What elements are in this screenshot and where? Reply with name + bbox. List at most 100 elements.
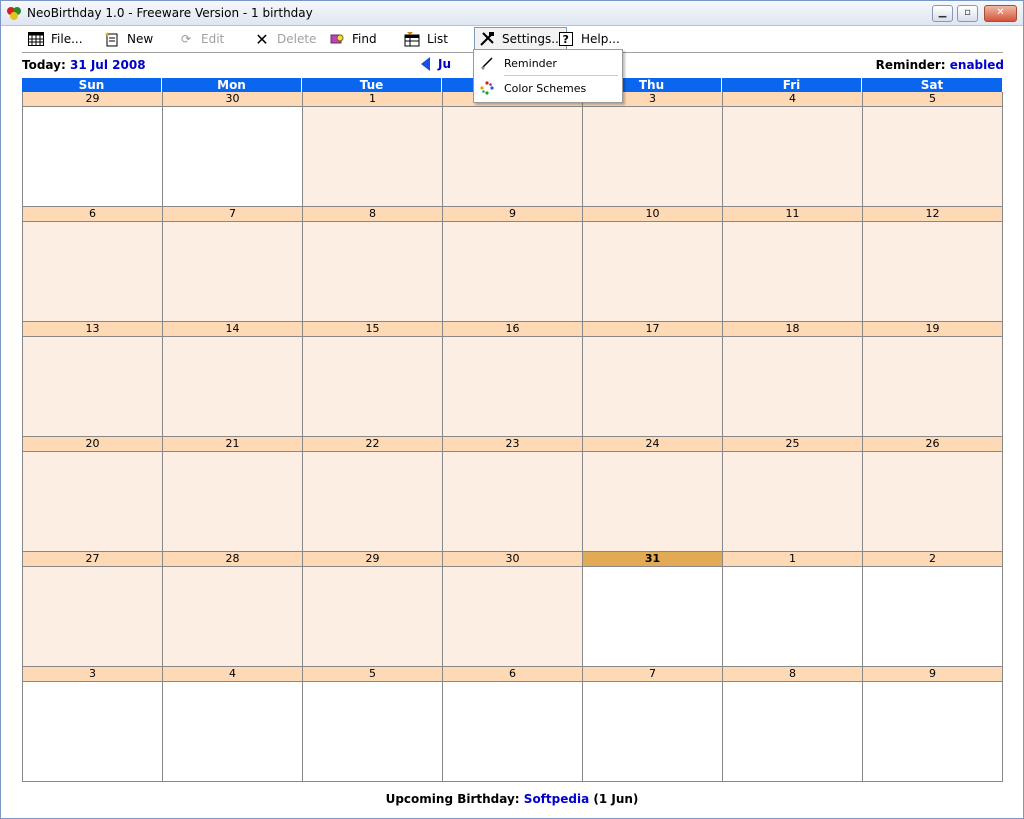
delete-button[interactable]: ✕ Delete xyxy=(253,29,316,49)
calendar-day[interactable]: 30 xyxy=(442,552,582,667)
day-cell-body[interactable] xyxy=(583,337,722,436)
calendar-day[interactable]: 17 xyxy=(582,322,722,437)
calendar-day[interactable]: 4 xyxy=(722,92,862,207)
day-cell-body[interactable] xyxy=(443,107,582,206)
day-cell-body[interactable] xyxy=(23,567,162,666)
previous-month-arrow-icon[interactable] xyxy=(421,57,430,71)
day-cell-body[interactable] xyxy=(583,452,722,551)
maximize-button[interactable]: ▫ xyxy=(957,5,978,22)
day-cell-body[interactable] xyxy=(23,222,162,321)
title-bar[interactable]: NeoBirthday 1.0 - Freeware Version - 1 b… xyxy=(1,1,1023,26)
calendar-day[interactable]: 12 xyxy=(862,207,1002,322)
day-cell-body[interactable] xyxy=(863,567,1002,666)
calendar-day[interactable]: 29 xyxy=(22,92,162,207)
day-cell-body[interactable] xyxy=(723,222,862,321)
menu-item-reminder[interactable]: Reminder xyxy=(474,52,620,74)
calendar-day[interactable]: 1 xyxy=(722,552,862,667)
day-cell-body[interactable] xyxy=(863,222,1002,321)
calendar-day[interactable]: 8 xyxy=(302,207,442,322)
calendar-day[interactable]: 2 xyxy=(442,92,582,207)
calendar-day[interactable]: 7 xyxy=(162,207,302,322)
calendar-day[interactable]: 30 xyxy=(162,92,302,207)
menu-item-color-schemes[interactable]: Color Schemes xyxy=(474,77,620,99)
calendar-day[interactable]: 5 xyxy=(302,667,442,782)
day-cell-body[interactable] xyxy=(723,452,862,551)
minimize-button[interactable]: ▁ xyxy=(932,5,953,22)
day-cell-body[interactable] xyxy=(443,452,582,551)
new-button[interactable]: ✶ New xyxy=(103,29,153,49)
calendar-day[interactable]: 9 xyxy=(442,207,582,322)
reminder-value[interactable]: enabled xyxy=(950,58,1004,72)
day-cell-body[interactable] xyxy=(163,107,302,206)
calendar-day-today[interactable]: 31 xyxy=(582,552,722,667)
calendar-day[interactable]: 1 xyxy=(302,92,442,207)
calendar-day[interactable]: 26 xyxy=(862,437,1002,552)
day-cell-body[interactable] xyxy=(723,567,862,666)
calendar-day[interactable]: 6 xyxy=(22,207,162,322)
day-cell-body[interactable] xyxy=(443,222,582,321)
day-cell-body[interactable] xyxy=(303,682,442,781)
day-cell-body[interactable] xyxy=(303,107,442,206)
calendar-day[interactable]: 18 xyxy=(722,322,862,437)
help-button[interactable]: ? Help... xyxy=(557,29,620,49)
day-cell-body[interactable] xyxy=(583,682,722,781)
calendar-day[interactable]: 25 xyxy=(722,437,862,552)
day-cell-body[interactable] xyxy=(163,567,302,666)
day-cell-body[interactable] xyxy=(443,337,582,436)
day-cell-body[interactable] xyxy=(583,107,722,206)
calendar-day[interactable]: 9 xyxy=(862,667,1002,782)
day-cell-body[interactable] xyxy=(23,452,162,551)
day-cell-body[interactable] xyxy=(723,107,862,206)
calendar-day[interactable]: 29 xyxy=(302,552,442,667)
day-cell-body[interactable] xyxy=(303,337,442,436)
calendar-day[interactable]: 5 xyxy=(862,92,1002,207)
calendar-day[interactable]: 13 xyxy=(22,322,162,437)
calendar-day[interactable]: 4 xyxy=(162,667,302,782)
today-date[interactable]: 31 Jul 2008 xyxy=(70,58,146,72)
calendar-day[interactable]: 21 xyxy=(162,437,302,552)
day-cell-body[interactable] xyxy=(303,567,442,666)
calendar-day[interactable]: 3 xyxy=(582,92,722,207)
day-cell-body[interactable] xyxy=(583,222,722,321)
day-cell-body[interactable] xyxy=(443,567,582,666)
day-cell-body[interactable] xyxy=(23,107,162,206)
day-cell-body[interactable] xyxy=(163,682,302,781)
settings-button[interactable]: Settings... xyxy=(474,27,567,51)
calendar-day[interactable]: 24 xyxy=(582,437,722,552)
day-cell-body[interactable] xyxy=(583,567,722,666)
file-button[interactable]: File... xyxy=(27,29,83,49)
calendar-day[interactable]: 6 xyxy=(442,667,582,782)
calendar-day[interactable]: 27 xyxy=(22,552,162,667)
day-cell-body[interactable] xyxy=(303,452,442,551)
day-cell-body[interactable] xyxy=(723,682,862,781)
day-cell-body[interactable] xyxy=(723,337,862,436)
day-cell-body[interactable] xyxy=(303,222,442,321)
find-button[interactable]: Find xyxy=(328,29,377,49)
calendar-day[interactable]: 16 xyxy=(442,322,582,437)
day-cell-body[interactable] xyxy=(163,337,302,436)
calendar-day[interactable]: 11 xyxy=(722,207,862,322)
upcoming-name[interactable]: Softpedia xyxy=(524,792,589,806)
calendar-day[interactable]: 2 xyxy=(862,552,1002,667)
calendar-day[interactable]: 22 xyxy=(302,437,442,552)
day-cell-body[interactable] xyxy=(23,682,162,781)
calendar-day[interactable]: 20 xyxy=(22,437,162,552)
day-cell-body[interactable] xyxy=(163,222,302,321)
day-cell-body[interactable] xyxy=(863,337,1002,436)
calendar-day[interactable]: 23 xyxy=(442,437,582,552)
edit-button[interactable]: ⟳ Edit xyxy=(177,29,224,49)
calendar-day[interactable]: 15 xyxy=(302,322,442,437)
calendar-day[interactable]: 3 xyxy=(22,667,162,782)
day-cell-body[interactable] xyxy=(163,452,302,551)
calendar-day[interactable]: 19 xyxy=(862,322,1002,437)
day-cell-body[interactable] xyxy=(863,452,1002,551)
calendar-day[interactable]: 8 xyxy=(722,667,862,782)
day-cell-body[interactable] xyxy=(23,337,162,436)
close-button[interactable]: ✕ xyxy=(984,5,1017,22)
day-cell-body[interactable] xyxy=(863,107,1002,206)
calendar-day[interactable]: 7 xyxy=(582,667,722,782)
calendar-day[interactable]: 10 xyxy=(582,207,722,322)
calendar-day[interactable]: 14 xyxy=(162,322,302,437)
day-cell-body[interactable] xyxy=(863,682,1002,781)
day-cell-body[interactable] xyxy=(443,682,582,781)
